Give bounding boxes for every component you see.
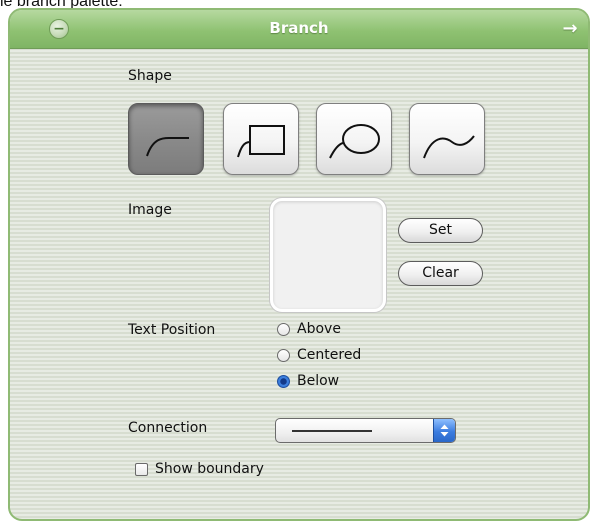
wave-branch-icon: [423, 135, 475, 159]
set-button[interactable]: Set: [398, 218, 483, 243]
shape-option-rectangle[interactable]: [223, 103, 299, 175]
image-well[interactable]: [270, 198, 386, 312]
show-boundary-checkbox[interactable]: [135, 463, 148, 476]
shape-option-curve-up[interactable]: [128, 103, 204, 175]
branch-palette-window: − Branch → Shape Image Set Clear Text Po…: [8, 8, 590, 521]
shape-option-wave[interactable]: [409, 103, 485, 175]
connection-label: Connection: [128, 420, 208, 436]
radio-label: Centered: [297, 347, 362, 363]
connection-select[interactable]: [275, 418, 456, 443]
straight-line-icon: [292, 430, 372, 432]
radio-button[interactable]: [277, 323, 290, 336]
radio-button-selected[interactable]: [277, 375, 290, 388]
curve-up-icon: [146, 137, 189, 157]
updown-arrows-icon[interactable]: [433, 419, 455, 442]
show-boundary-label: Show boundary: [155, 461, 264, 477]
shape-label: Shape: [128, 68, 172, 84]
arrow-right-icon[interactable]: →: [560, 19, 580, 39]
shape-option-ellipse[interactable]: [316, 103, 392, 175]
ellipse-branch-icon: [329, 124, 380, 159]
radio-button[interactable]: [277, 349, 290, 362]
clear-button[interactable]: Clear: [398, 261, 483, 286]
text-position-label: Text Position: [128, 322, 216, 338]
title-bar[interactable]: − Branch →: [10, 10, 588, 49]
rectangle-branch-icon: [237, 125, 285, 158]
radio-label: Above: [297, 321, 341, 337]
window-title: Branch: [269, 19, 329, 37]
radio-label: Below: [297, 373, 340, 389]
image-label: Image: [128, 202, 172, 218]
